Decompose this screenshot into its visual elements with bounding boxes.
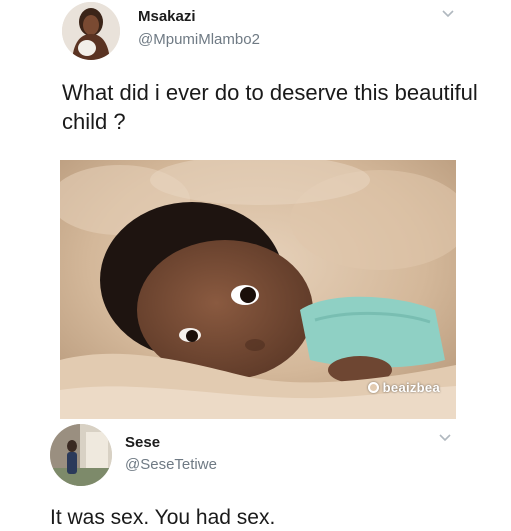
avatar[interactable] [50, 424, 112, 486]
chevron-down-icon[interactable] [438, 433, 452, 443]
author-name[interactable]: Sese [125, 434, 160, 451]
photo-watermark: beaizbea [367, 380, 440, 395]
avatar-image [62, 2, 120, 60]
chevron-down-icon[interactable] [441, 9, 455, 19]
avatar[interactable] [62, 2, 120, 60]
author-name[interactable]: Msakazi [138, 8, 196, 25]
screenshot: Msakazi @MpumiMlambo2 What did i ever do… [0, 0, 511, 531]
tweet-text: It was sex. You had sex. [50, 506, 276, 529]
tweet-text: What did i ever do to deserve this beaut… [62, 80, 478, 134]
avatar-image [50, 424, 112, 486]
author-handle[interactable]: @SeseTetiwe [125, 456, 217, 473]
watermark-text: beaizbea [382, 380, 440, 395]
tweet-photo[interactable]: beaizbea [60, 160, 456, 419]
instagram-icon [367, 382, 379, 393]
author-handle[interactable]: @MpumiMlambo2 [138, 31, 260, 48]
